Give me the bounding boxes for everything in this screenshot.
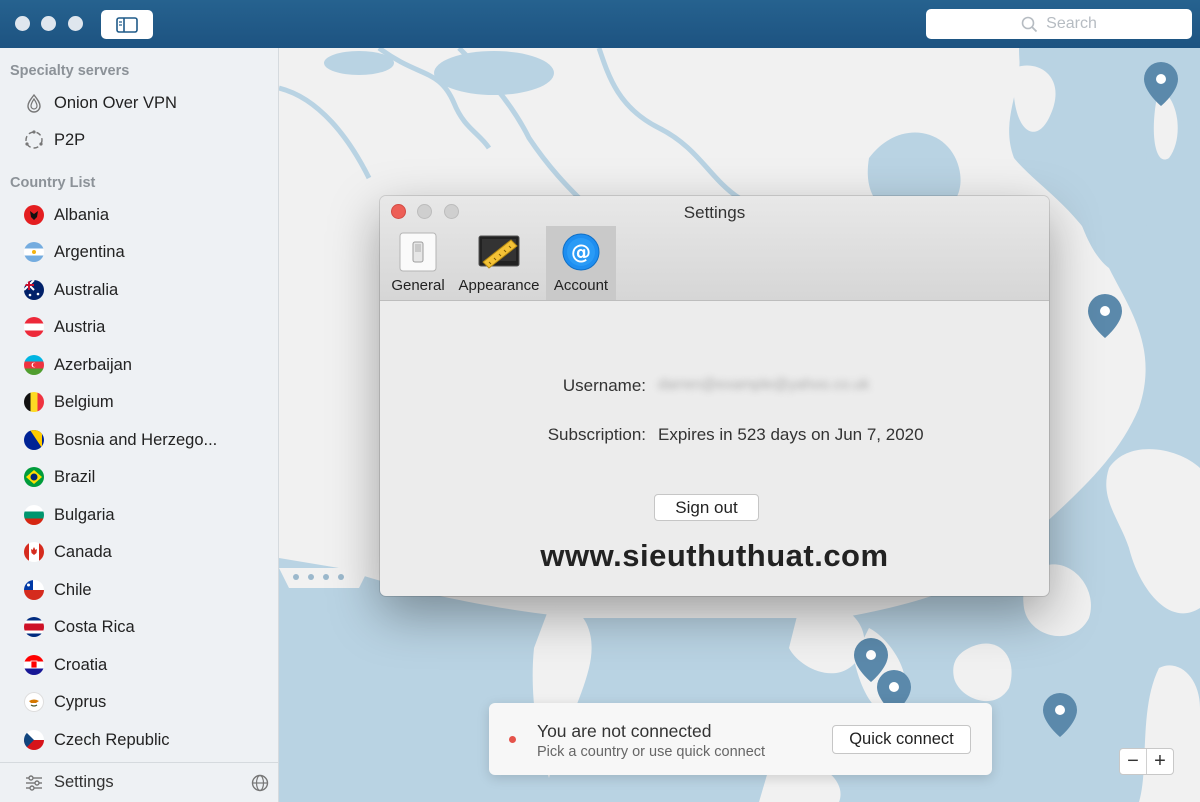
zoom-window-button[interactable] [68, 16, 83, 31]
zoom-in-button[interactable]: + [1147, 749, 1173, 774]
australia-flag-icon [24, 280, 44, 300]
argentina-flag-icon [24, 242, 44, 262]
canada-flag-icon [24, 542, 44, 562]
tab-label: Account [553, 277, 609, 294]
sidebar-item-label: Onion Over VPN [54, 93, 177, 112]
costa-rica-flag-icon [24, 617, 44, 637]
sidebar-item-argentina[interactable]: Argentina [0, 234, 278, 270]
sidebar-item-belgium[interactable]: Belgium [0, 384, 278, 420]
tab-general[interactable]: General [390, 226, 446, 300]
austria-flag-icon [24, 317, 44, 337]
sidebar-item-brazil[interactable]: Brazil [0, 459, 278, 495]
tab-label: Appearance [458, 277, 540, 294]
sidebar-item-cyprus[interactable]: Cyprus [0, 684, 278, 720]
sidebar-item-australia[interactable]: Australia [0, 272, 278, 308]
search-icon [1021, 16, 1038, 32]
albania-flag-icon [24, 205, 44, 225]
sliders-icon [26, 774, 42, 791]
chile-flag-icon [24, 580, 44, 600]
sidebar: Specialty servers Onion Over VPN P2P Cou… [0, 48, 279, 802]
username-value: darren@example@yahoo.co.uk [658, 376, 870, 393]
onion-icon [24, 93, 44, 113]
sidebar-item-chile[interactable]: Chile [0, 572, 278, 608]
search-placeholder: Search [1046, 15, 1097, 32]
country-list-heading: Country List [10, 175, 96, 191]
sidebar-item-label: P2P [54, 130, 86, 149]
sidebar-item-czech-republic[interactable]: Czech Republic [0, 722, 278, 758]
brazil-flag-icon [24, 467, 44, 487]
settings-dialog: Settings General Appearance @ Account Us… [380, 196, 1049, 596]
tab-label: General [391, 277, 445, 294]
bulgaria-flag-icon [24, 505, 44, 525]
sidebar-item-bosnia[interactable]: Bosnia and Herzego... [0, 422, 278, 458]
sidebar-item-label: Australia [54, 280, 119, 299]
status-dot-icon [509, 736, 516, 743]
sign-out-button[interactable]: Sign out [654, 494, 759, 521]
display-ruler-icon [478, 235, 520, 269]
subscription-label: Subscription: [547, 425, 646, 444]
sidebar-item-label: Azerbaijan [54, 355, 132, 374]
connection-status-panel: You are not connected Pick a country or … [489, 703, 992, 775]
minimize-window-button[interactable] [41, 16, 56, 31]
quick-connect-button[interactable]: Quick connect [832, 725, 971, 754]
settings-button[interactable]: Settings [0, 773, 114, 792]
sidebar-item-label: Costa Rica [54, 617, 135, 636]
sidebar-item-label: Bulgaria [54, 505, 115, 524]
sidebar-item-label: Czech Republic [54, 730, 170, 749]
sidebar-item-bulgaria[interactable]: Bulgaria [0, 497, 278, 533]
settings-label: Settings [54, 773, 114, 791]
sidebar-item-label: Austria [54, 317, 106, 336]
sidebar-item-croatia[interactable]: Croatia [0, 647, 278, 683]
sidebar-item-label: Bosnia and Herzego... [54, 430, 218, 449]
tab-account[interactable]: @ Account [546, 226, 616, 300]
search-input[interactable]: Search [926, 9, 1192, 39]
sidebar-item-p2p[interactable]: P2P [0, 122, 278, 158]
sidebar-item-azerbaijan[interactable]: Azerbaijan [0, 347, 278, 383]
dialog-title: Settings [683, 203, 746, 222]
map-zoom-controls: − + [1119, 748, 1174, 775]
sidebar-item-label: Cyprus [54, 692, 107, 711]
cyprus-flag-icon [24, 692, 44, 712]
globe-icon[interactable] [251, 774, 269, 792]
sidebar-item-label: Argentina [54, 242, 125, 261]
sidebar-item-label: Croatia [54, 655, 108, 674]
sidebar-icon [116, 16, 138, 33]
sidebar-item-canada[interactable]: Canada [0, 534, 278, 570]
p2p-icon [24, 130, 44, 150]
connection-status-subtitle: Pick a country or use quick connect [537, 744, 766, 760]
subscription-value: Expires in 523 days on Jun 7, 2020 [658, 425, 924, 444]
bosnia-flag-icon [24, 430, 44, 450]
svg-text:@: @ [571, 240, 591, 264]
sidebar-item-label: Canada [54, 542, 112, 561]
username-label: Username: [562, 376, 646, 395]
azerbaijan-flag-icon [24, 355, 44, 375]
sidebar-item-label: Chile [54, 580, 92, 599]
title-bar: Search [0, 0, 1200, 48]
sidebar-item-austria[interactable]: Austria [0, 309, 278, 345]
close-window-button[interactable] [15, 16, 30, 31]
connection-status-title: You are not connected [537, 721, 712, 741]
croatia-flag-icon [24, 655, 44, 675]
sidebar-footer: Settings [0, 762, 278, 802]
belgium-flag-icon [24, 392, 44, 412]
sidebar-toggle-button[interactable] [101, 10, 153, 39]
sidebar-item-label: Brazil [54, 467, 96, 486]
settings-toolbar: Settings General Appearance @ Account [380, 196, 1049, 301]
sidebar-item-label: Albania [54, 205, 110, 224]
czech-flag-icon [24, 730, 44, 750]
sidebar-item-costa-rica[interactable]: Costa Rica [0, 609, 278, 645]
tab-appearance[interactable]: Appearance [456, 226, 542, 300]
sidebar-item-onion-over-vpn[interactable]: Onion Over VPN [0, 85, 278, 121]
zoom-out-button[interactable]: − [1120, 749, 1147, 774]
watermark: www.sieuthuthuat.com [540, 538, 889, 573]
sidebar-item-label: Belgium [54, 392, 114, 411]
at-sign-icon: @ [562, 233, 600, 271]
sidebar-item-albania[interactable]: Albania [0, 197, 278, 233]
switch-icon [399, 232, 437, 272]
specialty-servers-heading: Specialty servers [10, 63, 130, 79]
